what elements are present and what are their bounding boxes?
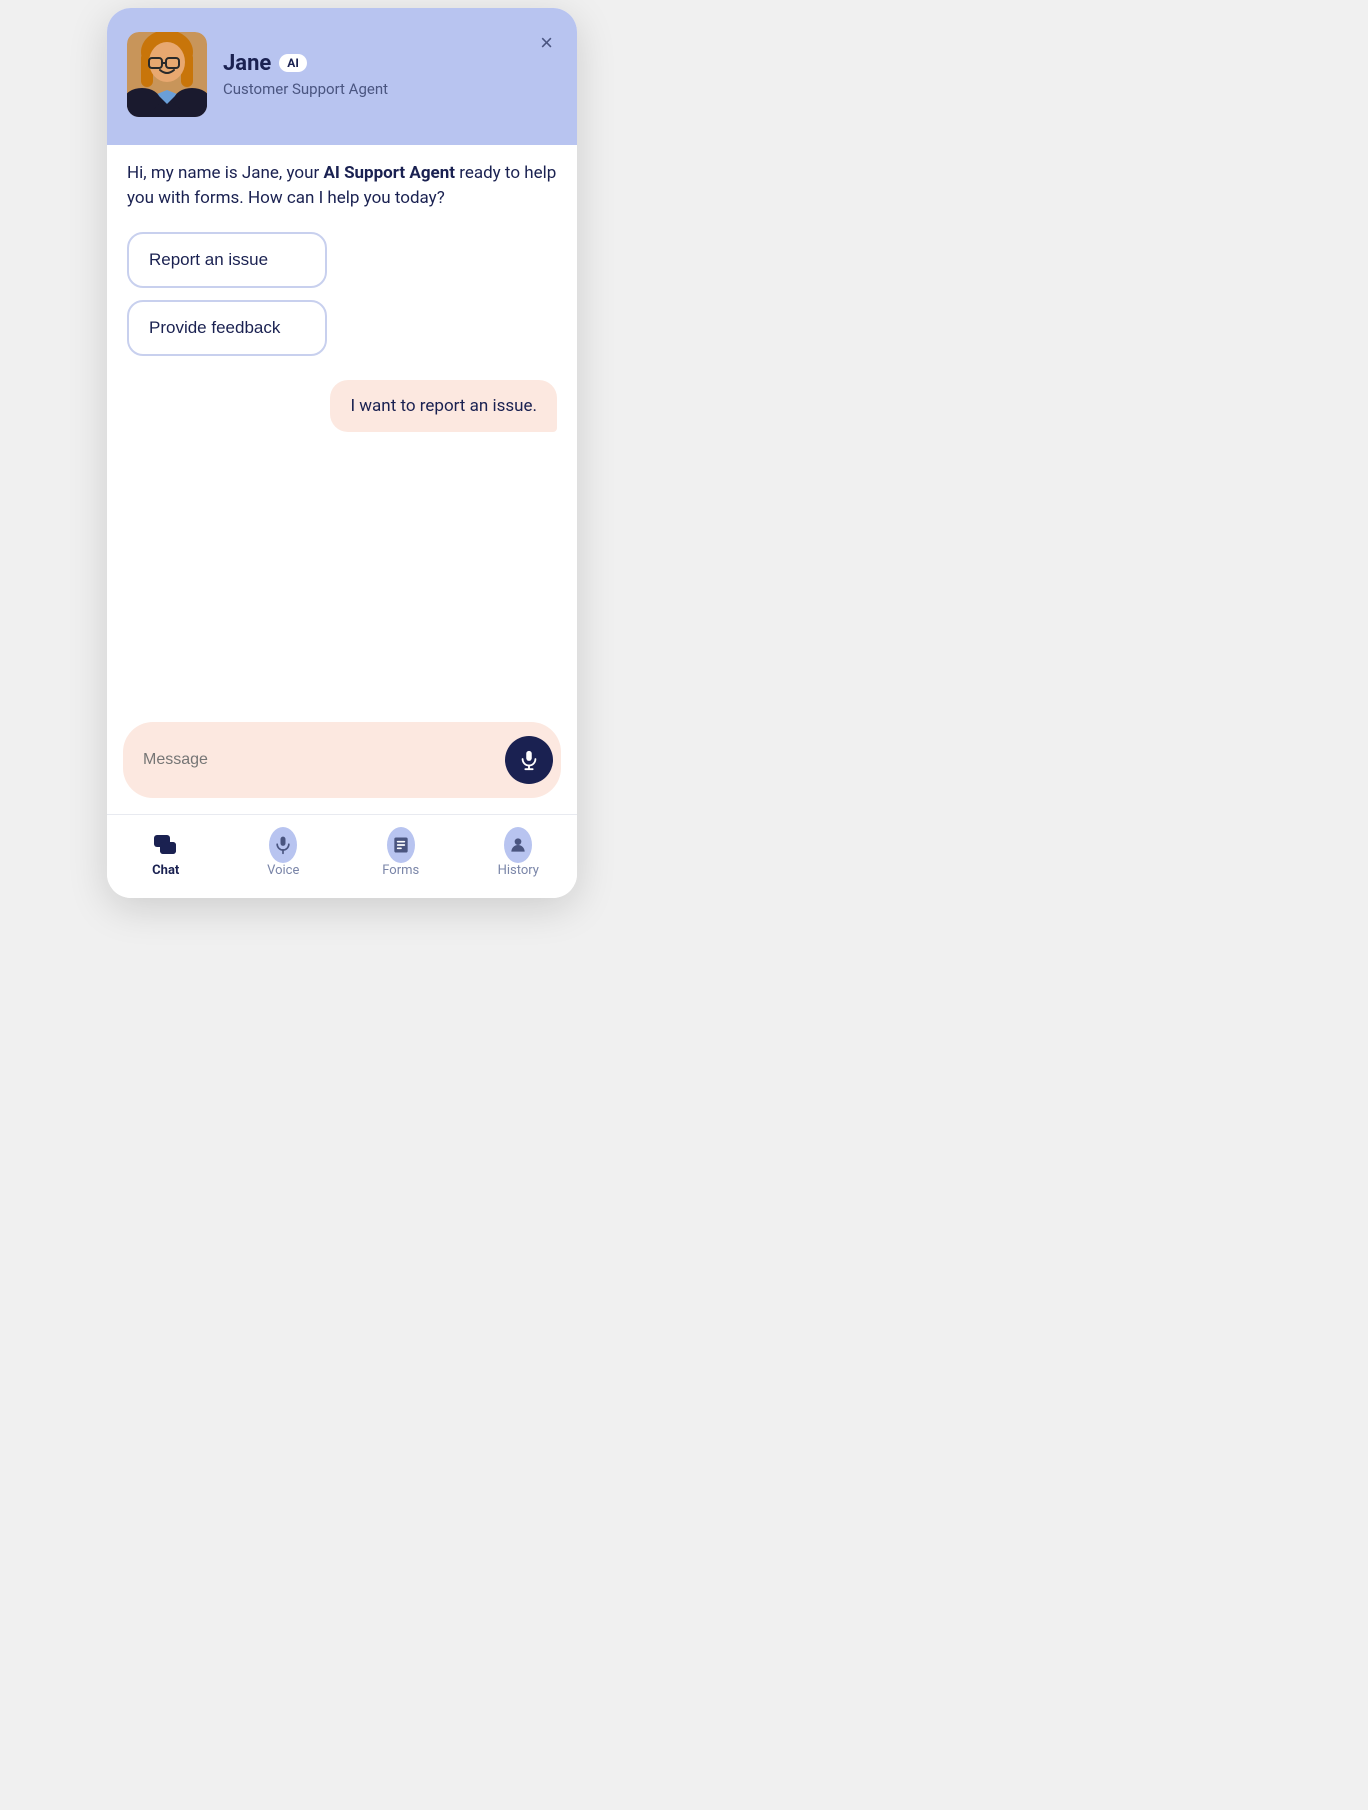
message-input[interactable] [143, 751, 495, 769]
user-message-container: I want to report an issue. [127, 380, 557, 432]
chat-nav-label: Chat [152, 863, 179, 878]
provide-feedback-button[interactable]: Provide feedback [127, 300, 327, 356]
nav-item-chat[interactable]: Chat [107, 827, 225, 882]
chat-nav-icon [152, 831, 180, 859]
nav-item-forms[interactable]: Forms [342, 827, 460, 882]
user-message-bubble: I want to report an issue. [330, 380, 557, 432]
forms-nav-icon [387, 831, 415, 859]
forms-icon [391, 835, 411, 855]
history-icon-circle [504, 827, 532, 863]
bottom-nav: Chat Voice [107, 814, 577, 898]
microphone-icon [518, 749, 540, 771]
voice-nav-label: Voice [267, 863, 299, 878]
chat-header: Jane AI Customer Support Agent × [107, 8, 577, 145]
voice-icon [273, 835, 293, 855]
voice-send-button[interactable] [505, 736, 553, 784]
nav-item-history[interactable]: History [460, 827, 578, 882]
history-nav-icon [504, 831, 532, 859]
voice-nav-icon [269, 831, 297, 859]
chat-app-container: Jane AI Customer Support Agent × Hi, my … [107, 8, 577, 898]
voice-icon-circle [269, 827, 297, 863]
forms-icon-circle [387, 827, 415, 863]
quick-actions: Report an issue Provide feedback [127, 232, 557, 356]
agent-avatar [127, 32, 207, 117]
chat-area: Hi, my name is Jane, your AI Support Age… [107, 133, 577, 710]
forms-nav-label: Forms [382, 863, 419, 878]
ai-badge: AI [279, 54, 307, 72]
person-icon [508, 835, 528, 855]
chat-icon [152, 831, 180, 859]
welcome-message: Hi, my name is Jane, your AI Support Age… [127, 161, 557, 212]
agent-name: Jane [223, 51, 271, 76]
agent-name-row: Jane AI [223, 51, 557, 76]
agent-title: Customer Support Agent [223, 80, 557, 98]
message-input-area [107, 710, 577, 814]
message-input-container [123, 722, 561, 798]
report-issue-button[interactable]: Report an issue [127, 232, 327, 288]
agent-info: Jane AI Customer Support Agent [223, 51, 557, 98]
history-nav-label: History [498, 863, 539, 878]
nav-item-voice[interactable]: Voice [225, 827, 343, 882]
close-button[interactable]: × [536, 28, 557, 58]
